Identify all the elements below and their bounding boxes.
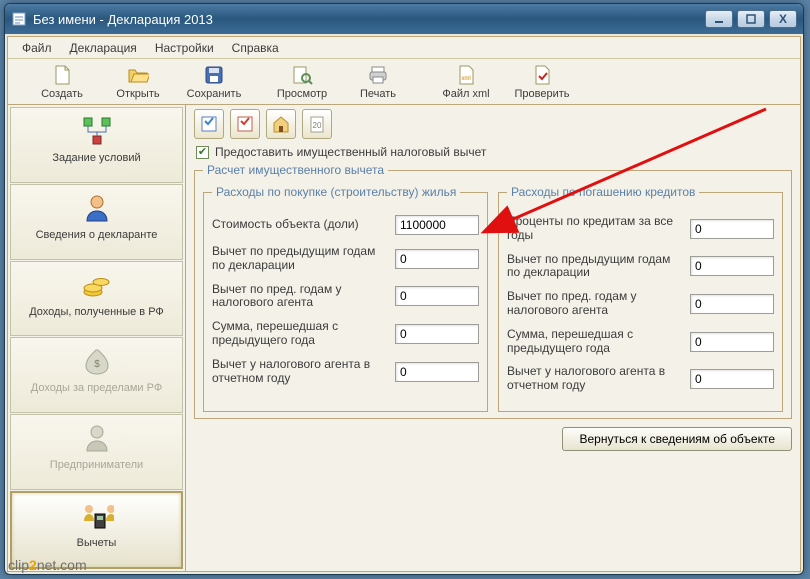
deduction-type-toolbar: 20 bbox=[194, 109, 792, 139]
watermark: clip2net.com bbox=[8, 557, 87, 573]
deduction-type-losses[interactable]: 20 bbox=[302, 109, 332, 139]
left-agent-current-input[interactable] bbox=[395, 362, 479, 382]
left-agent-current-label: Вычет у налогового агента в отчетном год… bbox=[212, 358, 387, 386]
interest-all-label: Проценты по кредитам за все годы bbox=[507, 215, 682, 243]
money-bag-icon: $ bbox=[80, 344, 114, 378]
provide-deduction-label: Предоставить имущественный налоговый выч… bbox=[215, 145, 486, 159]
toolbar-check[interactable]: Проверить bbox=[504, 64, 580, 100]
open-folder-icon bbox=[127, 64, 149, 86]
window-title: Без имени - Декларация 2013 bbox=[33, 12, 705, 27]
print-icon bbox=[367, 64, 389, 86]
svg-text:xml: xml bbox=[461, 76, 470, 82]
new-file-icon bbox=[51, 64, 73, 86]
right-agent-current-input[interactable] bbox=[690, 369, 774, 389]
purchase-expenses-fieldset: Расходы по покупке (строительству) жилья… bbox=[203, 185, 488, 412]
toolbar-open[interactable]: Открыть bbox=[100, 64, 176, 100]
coins-icon bbox=[80, 268, 114, 302]
provide-deduction-checkbox[interactable]: ✔ bbox=[196, 146, 209, 159]
right-prev-agent-label: Вычет по пред. годам у налогового агента bbox=[507, 290, 682, 318]
left-prev-decl-input[interactable] bbox=[395, 249, 479, 269]
menu-bar: Файл Декларация Настройки Справка bbox=[8, 37, 800, 59]
xml-file-icon: xml bbox=[455, 64, 477, 86]
right-legend: Расходы по погашению кредитов bbox=[507, 185, 699, 199]
toolbar-save[interactable]: Сохранить bbox=[176, 64, 252, 100]
maximize-button[interactable] bbox=[737, 10, 765, 28]
left-prev-agent-label: Вычет по пред. годам у налогового агента bbox=[212, 283, 387, 311]
toolbar-preview[interactable]: Просмотр bbox=[264, 64, 340, 100]
left-carryover-input[interactable] bbox=[395, 324, 479, 344]
toolbar-create[interactable]: Создать bbox=[24, 64, 100, 100]
app-icon bbox=[11, 11, 27, 27]
deduction-type-property[interactable] bbox=[266, 109, 296, 139]
menu-file[interactable]: Файл bbox=[14, 39, 60, 57]
right-agent-current-label: Вычет у налогового агента в отчетном год… bbox=[507, 365, 682, 393]
svg-text:20: 20 bbox=[313, 121, 322, 130]
main-toolbar: Создать Открыть Сохранить Просмотр Печат… bbox=[8, 59, 800, 105]
work-area: Задание условий Сведения о декларанте До… bbox=[8, 105, 800, 571]
left-carryover-label: Сумма, перешедшая с предыдущего года bbox=[212, 320, 387, 348]
deductions-icon bbox=[80, 499, 114, 533]
entrepreneur-icon bbox=[80, 421, 114, 455]
right-prev-agent-input[interactable] bbox=[690, 294, 774, 314]
preview-icon bbox=[291, 64, 313, 86]
svg-text:$: $ bbox=[94, 359, 100, 370]
minimize-button[interactable] bbox=[705, 10, 733, 28]
sidebar-item-entrepreneurs[interactable]: Предприниматели bbox=[10, 414, 183, 490]
main-panel: 20 ✔ Предоставить имущественный налоговы… bbox=[186, 105, 800, 571]
menu-help[interactable]: Справка bbox=[224, 39, 287, 57]
right-prev-decl-input[interactable] bbox=[690, 256, 774, 276]
sidebar-item-income-rf[interactable]: Доходы, полученные в РФ bbox=[10, 261, 183, 337]
save-icon bbox=[203, 64, 225, 86]
navigation-sidebar: Задание условий Сведения о декларанте До… bbox=[8, 105, 186, 571]
menu-declaration[interactable]: Декларация bbox=[62, 39, 145, 57]
sidebar-item-declarant[interactable]: Сведения о декларанте bbox=[10, 184, 183, 260]
object-cost-input[interactable] bbox=[395, 215, 479, 235]
toolbar-print[interactable]: Печать bbox=[340, 64, 416, 100]
person-icon bbox=[80, 191, 114, 225]
check-icon bbox=[531, 64, 553, 86]
right-carryover-label: Сумма, перешедшая с предыдущего года bbox=[507, 328, 682, 356]
calc-legend: Расчет имущественного вычета bbox=[203, 163, 388, 177]
provide-deduction-row: ✔ Предоставить имущественный налоговый в… bbox=[196, 145, 792, 159]
left-legend: Расходы по покупке (строительству) жилья bbox=[212, 185, 460, 199]
left-prev-agent-input[interactable] bbox=[395, 286, 479, 306]
sidebar-item-conditions[interactable]: Задание условий bbox=[10, 107, 183, 183]
right-carryover-input[interactable] bbox=[690, 332, 774, 352]
back-to-object-button[interactable]: Вернуться к сведениям об объекте bbox=[562, 427, 792, 451]
right-prev-decl-label: Вычет по предыдущим годам по декларации bbox=[507, 253, 682, 281]
object-cost-label: Стоимость объекта (доли) bbox=[212, 218, 387, 232]
left-prev-decl-label: Вычет по предыдущим годам по декларации bbox=[212, 245, 387, 273]
deduction-type-social[interactable] bbox=[230, 109, 260, 139]
conditions-icon bbox=[80, 114, 114, 148]
app-window: Без имени - Декларация 2013 X Файл Декла… bbox=[4, 3, 804, 575]
menu-settings[interactable]: Настройки bbox=[147, 39, 222, 57]
deduction-type-standard[interactable] bbox=[194, 109, 224, 139]
interest-all-input[interactable] bbox=[690, 219, 774, 239]
title-bar[interactable]: Без имени - Декларация 2013 X bbox=[5, 4, 803, 34]
close-button[interactable]: X bbox=[769, 10, 797, 28]
loan-expenses-fieldset: Расходы по погашению кредитов Проценты п… bbox=[498, 185, 783, 412]
sidebar-item-income-abroad[interactable]: $ Доходы за пределами РФ bbox=[10, 337, 183, 413]
toolbar-xml[interactable]: xml Файл xml bbox=[428, 64, 504, 100]
calculation-fieldset: Расчет имущественного вычета Расходы по … bbox=[194, 163, 792, 419]
client-area: Файл Декларация Настройки Справка Создат… bbox=[7, 36, 801, 572]
